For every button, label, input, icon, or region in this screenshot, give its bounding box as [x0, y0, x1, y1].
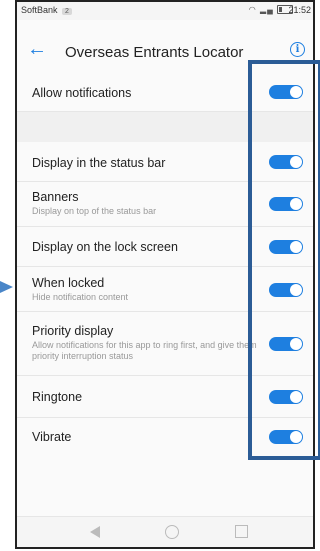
clock: 21:52 [288, 5, 311, 15]
nav-back-icon[interactable] [90, 526, 100, 538]
setting-sublabel: Hide notification content [32, 292, 129, 302]
wifi-icon: ◠ [248, 5, 257, 14]
setting-label: Vibrate [32, 430, 72, 444]
sim-badge: 2 [62, 8, 72, 15]
signal-icon: ▂▄ [259, 5, 274, 14]
setting-label: Allow notifications [32, 86, 132, 100]
toggle-highlight-box [248, 60, 320, 460]
info-icon[interactable]: i [290, 42, 305, 57]
setting-sublabel: Display on top of the status bar [32, 206, 157, 216]
pointer-arrow-icon [0, 281, 13, 293]
setting-label: Banners [32, 190, 79, 204]
setting-label: Ringtone [32, 390, 83, 404]
nav-recents-icon[interactable] [235, 525, 248, 538]
page-title: Overseas Entrants Locator [65, 44, 244, 61]
setting-label: Priority display [32, 324, 114, 338]
setting-sublabel: Allow notifications for this app to ring… [32, 340, 257, 361]
back-arrow-icon[interactable]: ← [27, 38, 47, 61]
setting-label: Display on the lock screen [32, 240, 178, 254]
status-bar: SoftBank 2 ◠ ▂▄ 21:52 [17, 2, 313, 20]
navigation-bar [17, 516, 313, 547]
nav-home-icon[interactable] [165, 525, 179, 539]
setting-label: When locked [32, 276, 105, 290]
setting-label: Display in the status bar [32, 156, 166, 170]
carrier-name: SoftBank 2 [21, 5, 72, 15]
